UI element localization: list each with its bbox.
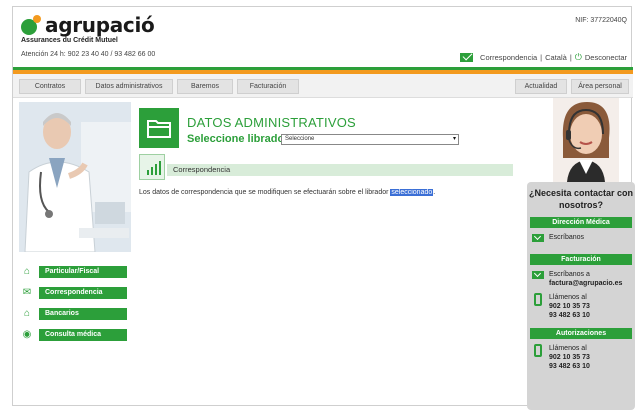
contact-question: ¿Necesita contactar con nosotros? [528,188,634,210]
top-links: Correspondencia | Català | ⏻ Desconectar [460,52,627,63]
right-column: ¿Necesita contactar con nosotros? Direcc… [519,98,635,410]
main-content: DATOS ADMINISTRATIVOS Seleccione librado… [139,102,519,282]
tab-actualidad[interactable]: Actualidad [515,79,567,94]
catala-link[interactable]: Català [545,53,567,62]
billing-call-row: Llámenos al 902 10 35 73 93 482 63 10 [527,288,635,320]
brand-subtitle: Assurances du Crédit Mutuel [21,37,118,44]
phone-icon [531,293,544,308]
mail-icon: ✉ [22,286,32,298]
page-frame: agrupació Assurances du Crédit Mutuel At… [12,6,635,410]
header: agrupació Assurances du Crédit Mutuel At… [13,7,633,74]
sidebar-item-particular[interactable]: ⌂ Particular/Fiscal [21,261,127,282]
nif-text: NIF: 37722040Q [575,17,627,24]
billing-phone-1[interactable]: 902 10 35 73 [549,303,590,310]
tab-baremos[interactable]: Baremos [177,79,233,94]
mail-icon[interactable] [460,53,474,62]
hotline-text: Atención 24 h: 902 23 40 40 / 93 482 66 … [21,51,156,58]
sidebar-item-label[interactable]: Correspondencia [39,286,127,299]
librador-select[interactable]: Seleccione ▾ [281,134,459,145]
auth-call-label: Llámenos al [549,345,587,352]
notice-highlight: seleccionado [390,189,434,196]
billing-phone-2[interactable]: 93 482 63 10 [549,312,590,319]
billing-write-row: Escríbanos a factura@agrupacio.es [527,265,635,288]
notice-main: Los datos de correspondencia que se modi… [139,189,391,196]
folder-icon [139,108,179,148]
link-separator: | [540,53,543,62]
sidebar-item-label[interactable]: Particular/Fiscal [39,265,127,278]
medical-write-link[interactable]: Escríbanos [549,233,584,242]
brand-name: agrupació [45,13,155,37]
home-icon: ⌂ [23,265,31,277]
section-header: Correspondencia [167,164,513,176]
side-menu: ⌂ Particular/Fiscal ✉ Correspondencia ⌂ … [21,261,127,345]
librador-label: Seleccione librador [187,133,289,145]
billing-write-label: Escríbanos a [549,271,590,278]
notice-end: . [433,189,436,196]
tab-datos-administrativos[interactable]: Datos administrativos [85,79,173,94]
billing-call-label: Llámenos al [549,294,587,301]
medical-write-row[interactable]: Escríbanos [527,228,635,244]
signal-icon [139,154,165,180]
medical-heading: Dirección Médica [530,217,632,228]
chevron-down-icon: ▾ [452,136,456,142]
medical-icon: ◉ [22,328,32,340]
billing-write-block: Escríbanos a factura@agrupacio.es [549,270,622,288]
billing-heading: Facturación [530,254,632,265]
phone-icon [531,344,544,359]
tab-facturacion[interactable]: Facturación [237,79,299,94]
desconectar-link[interactable]: Desconectar [585,53,627,62]
mail-icon [531,270,544,281]
logo-mark-icon [21,15,41,35]
sidebar-item-bancarios[interactable]: ⌂ Bancarios [21,303,127,324]
auth-heading: Autorizaciones [530,328,632,339]
sidebar-item-consulta[interactable]: ◉ Consulta médica [21,324,127,345]
mail-icon [531,233,544,244]
sidebar-item-label[interactable]: Bancarios [39,307,127,320]
auth-phone-1[interactable]: 902 10 35 73 [549,354,590,361]
correspondencia-link[interactable]: Correspondencia [480,53,537,62]
tab-contratos[interactable]: Contratos [19,79,81,94]
auth-phone-2[interactable]: 93 482 63 10 [549,363,590,370]
bank-icon: ⌂ [23,307,31,319]
billing-call-block: Llámenos al 902 10 35 73 93 482 63 10 [549,293,590,320]
auth-call-block: Llámenos al 902 10 35 73 93 482 63 10 [549,344,590,371]
page-title: DATOS ADMINISTRATIVOS [187,115,356,130]
contact-panel: ¿Necesita contactar con nosotros? Direcc… [527,182,635,410]
librador-select-value: Seleccione [285,136,315,142]
notice-text: Los datos de correspondencia que se modi… [139,189,435,196]
link-separator: | [569,53,572,62]
sidebar-item-correspondencia[interactable]: ✉ Correspondencia [21,282,127,303]
sidebar: ⌂ Particular/Fiscal ✉ Correspondencia ⌂ … [13,98,138,407]
main-nav: Contratos Datos administrativos Baremos … [13,74,633,98]
logo[interactable]: agrupació [21,13,155,37]
doctor-photo [19,102,131,252]
billing-email-link[interactable]: factura@agrupacio.es [549,280,622,287]
tab-area-personal[interactable]: Área personal [571,79,629,94]
auth-call-row: Llámenos al 902 10 35 73 93 482 63 10 [527,339,635,371]
sidebar-item-label[interactable]: Consulta médica [39,328,127,341]
power-icon[interactable]: ⏻ [575,52,582,63]
agent-photo [553,98,619,182]
